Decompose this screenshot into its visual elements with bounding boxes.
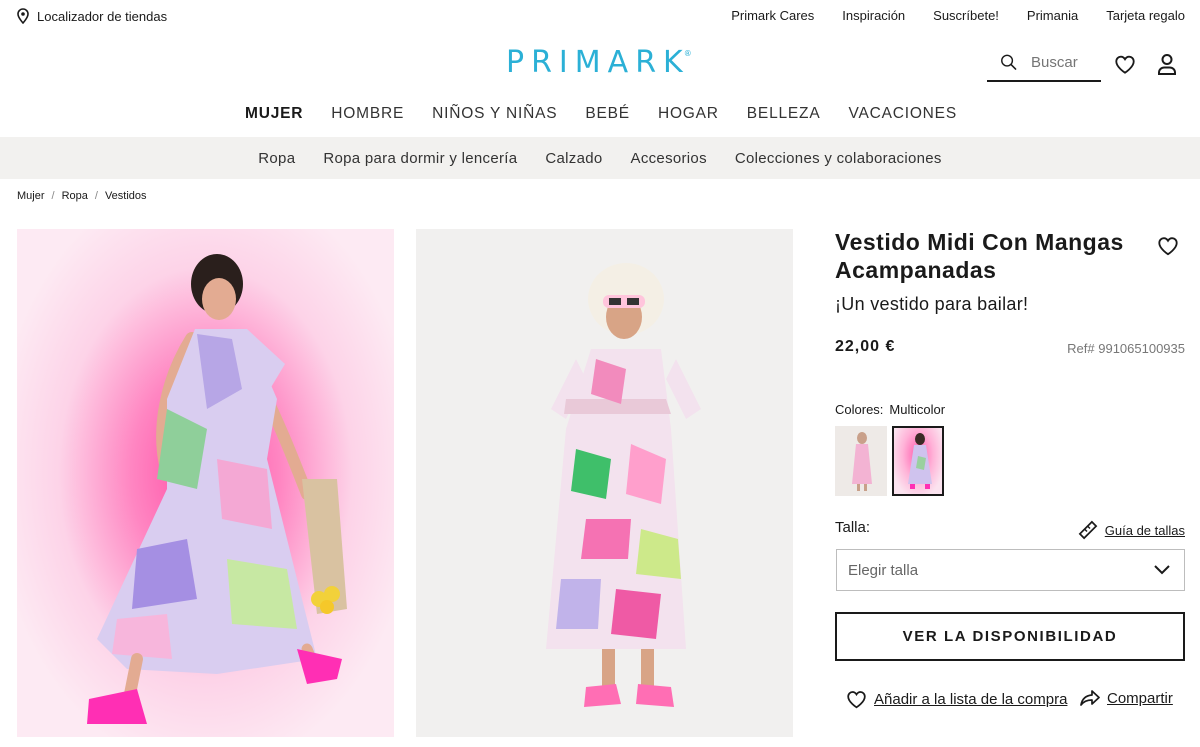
product-title: Vestido Midi Con Mangas Acampanadas bbox=[835, 229, 1124, 283]
heart-icon[interactable] bbox=[1114, 53, 1136, 75]
share-icon bbox=[1080, 690, 1100, 706]
subnav-accesorios[interactable]: Accesorios bbox=[631, 150, 707, 167]
subnav-ropa-dormir[interactable]: Ropa para dormir y lencería bbox=[323, 150, 517, 167]
heart-icon bbox=[847, 691, 866, 709]
breadcrumb-ropa[interactable]: Ropa bbox=[62, 190, 88, 202]
main-nav: MUJER HOMBRE NIÑOS Y NIÑAS BEBÉ HOGAR BE… bbox=[0, 105, 1200, 123]
product-subtitle: ¡Un vestido para bailar! bbox=[835, 294, 1029, 314]
size-select[interactable]: Elegir talla bbox=[836, 549, 1185, 591]
nav-hogar[interactable]: HOGAR bbox=[658, 105, 719, 123]
nav-ninos[interactable]: NIÑOS Y NIÑAS bbox=[432, 105, 557, 123]
util-link-inspiracion[interactable]: Inspiración bbox=[842, 8, 905, 23]
util-link-tarjeta-regalo[interactable]: Tarjeta regalo bbox=[1106, 8, 1185, 23]
size-select-value: Elegir talla bbox=[848, 561, 919, 579]
nav-hombre[interactable]: HOMBRE bbox=[331, 105, 404, 123]
breadcrumb-vestidos[interactable]: Vestidos bbox=[105, 190, 147, 202]
sub-nav: Ropa Ropa para dormir y lencería Calzado… bbox=[0, 137, 1200, 179]
account-icon[interactable] bbox=[1157, 53, 1177, 75]
utility-links: Primark Cares Inspiración Suscríbete! Pr… bbox=[731, 8, 1185, 23]
swatch-thumbnail bbox=[908, 433, 932, 489]
nav-bebe[interactable]: BEBÉ bbox=[585, 105, 630, 123]
product-price: 22,00 € bbox=[835, 338, 896, 355]
location-pin-icon bbox=[17, 8, 29, 24]
subnav-colecciones[interactable]: Colecciones y colaboraciones bbox=[735, 150, 942, 167]
subnav-ropa[interactable]: Ropa bbox=[258, 150, 295, 167]
color-swatch-1[interactable] bbox=[835, 426, 887, 496]
add-to-list-label: Añadir a la lista de la compra bbox=[874, 690, 1068, 708]
breadcrumb-separator: / bbox=[94, 190, 98, 202]
share-link[interactable]: Compartir bbox=[1080, 689, 1173, 707]
breadcrumb-separator: / bbox=[51, 190, 55, 202]
search-box[interactable] bbox=[987, 44, 1101, 82]
nav-mujer[interactable]: MUJER bbox=[245, 105, 303, 123]
share-label: Compartir bbox=[1107, 689, 1173, 707]
nav-vacaciones[interactable]: VACACIONES bbox=[848, 105, 957, 123]
util-link-suscribete[interactable]: Suscríbete! bbox=[933, 8, 999, 23]
search-icon bbox=[1001, 54, 1017, 70]
breadcrumb: Mujer / Ropa / Vestidos bbox=[17, 190, 147, 202]
colors-label: Colores: bbox=[835, 402, 884, 417]
util-link-primania[interactable]: Primania bbox=[1027, 8, 1078, 23]
product-image-2[interactable] bbox=[416, 229, 793, 737]
size-guide-link[interactable]: Guía de tallas bbox=[1078, 520, 1185, 540]
search-input[interactable] bbox=[1031, 53, 1101, 71]
color-value: Multicolor bbox=[889, 402, 946, 417]
utility-bar: Localizador de tiendas Primark Cares Ins… bbox=[0, 0, 1200, 32]
size-label: Talla: bbox=[835, 519, 871, 536]
store-locator-link[interactable]: Localizador de tiendas bbox=[16, 8, 167, 24]
chevron-down-icon bbox=[1154, 565, 1170, 575]
availability-button[interactable]: VER LA DISPONIBILIDAD bbox=[835, 612, 1185, 661]
logo-text: PRIMARK bbox=[506, 45, 690, 80]
primark-logo[interactable]: PRIMARK® bbox=[506, 45, 698, 80]
heart-icon[interactable] bbox=[1157, 235, 1179, 256]
store-locator-label: Localizador de tiendas bbox=[37, 8, 168, 24]
subnav-calzado[interactable]: Calzado bbox=[545, 150, 602, 167]
swatch-thumbnail bbox=[852, 432, 872, 491]
add-to-list-link[interactable]: Añadir a la lista de la compra bbox=[846, 689, 1067, 709]
colors-row: Colores: Multicolor bbox=[835, 402, 945, 417]
ruler-icon bbox=[1078, 520, 1098, 540]
nav-belleza[interactable]: BELLEZA bbox=[747, 105, 821, 123]
size-guide-label: Guía de tallas bbox=[1104, 522, 1185, 538]
model-photo-white bbox=[546, 263, 701, 707]
model-photo-pink bbox=[87, 254, 347, 724]
breadcrumb-mujer[interactable]: Mujer bbox=[17, 190, 45, 202]
util-link-primark-cares[interactable]: Primark Cares bbox=[731, 8, 814, 23]
product-ref: Ref# 991065100935 bbox=[1067, 341, 1185, 356]
product-image-1[interactable] bbox=[17, 229, 394, 737]
color-swatch-2-selected[interactable] bbox=[892, 426, 944, 496]
